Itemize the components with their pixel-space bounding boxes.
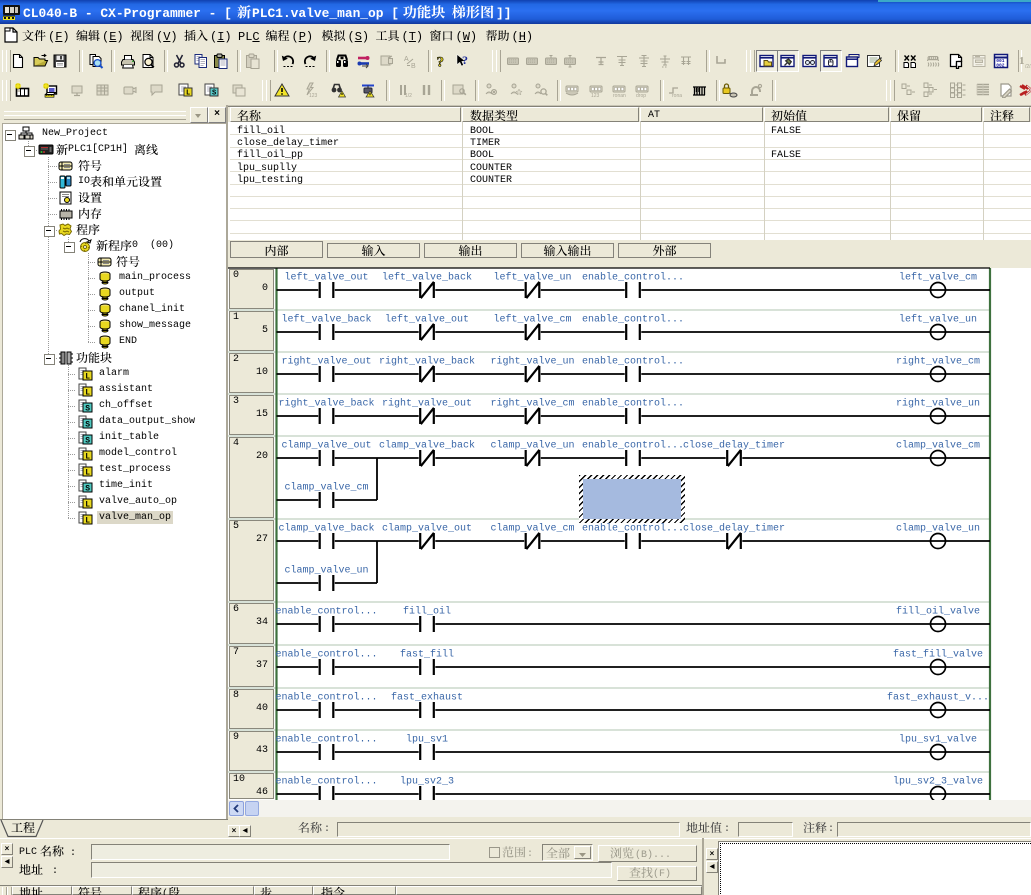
svg-text:right_valve_back: right_valve_back xyxy=(278,398,374,410)
svg-text:S: S xyxy=(85,436,90,445)
svg-text:?: ? xyxy=(462,53,468,67)
svg-text:left_valve_back: left_valve_back xyxy=(382,272,472,284)
svg-text:L: L xyxy=(85,452,90,461)
svg-text:left_valve_out: left_valve_out xyxy=(385,314,469,326)
svg-text:enable_control...: enable_control... xyxy=(582,314,684,326)
svg-text:L: L xyxy=(85,516,90,525)
svg-text:enable_control...: enable_control... xyxy=(582,398,684,410)
svg-text:fill_oil_valve: fill_oil_valve xyxy=(896,606,980,618)
svg-text:S: S xyxy=(85,484,90,493)
svg-text:fast_exhaust_v...: fast_exhaust_v... xyxy=(887,692,989,704)
svg-text:B: B xyxy=(411,63,416,69)
svg-text:fast_fill: fast_fill xyxy=(400,649,454,661)
svg-text:clamp_valve_cm: clamp_valve_cm xyxy=(284,482,368,494)
svg-text:left_valve_cm: left_valve_cm xyxy=(899,272,977,284)
svg-text:clamp_valve_un: clamp_valve_un xyxy=(490,440,574,452)
svg-text:enable_control...: enable_control... xyxy=(275,606,377,618)
svg-text:ronan: ronan xyxy=(613,93,626,98)
svg-text:clamp_valve_back: clamp_valve_back xyxy=(379,440,475,452)
svg-text:right_valve_back: right_valve_back xyxy=(379,356,475,368)
svg-text:S: S xyxy=(85,404,90,413)
svg-text:drop: drop xyxy=(636,93,646,98)
svg-text:right_valve_un: right_valve_un xyxy=(896,398,980,410)
svg-text:left_valve_back: left_valve_back xyxy=(281,314,371,326)
svg-text:fast_fill_valve: fast_fill_valve xyxy=(893,649,983,661)
svg-text:right_valve_out: right_valve_out xyxy=(382,398,472,410)
svg-text:L: L xyxy=(85,388,90,397)
svg-text:L: L xyxy=(85,468,90,477)
svg-text:1/2/3: 1/2/3 xyxy=(405,93,412,98)
svg-text:fast_exhaust: fast_exhaust xyxy=(391,692,463,704)
svg-text:right_valve_cm: right_valve_cm xyxy=(896,356,980,368)
svg-text:A: A xyxy=(404,56,409,63)
svg-text:123: 123 xyxy=(591,93,600,98)
svg-text:S: S xyxy=(212,90,216,98)
svg-text:clamp_valve_out: clamp_valve_out xyxy=(281,440,371,452)
svg-text:enable_control...: enable_control... xyxy=(275,649,377,661)
svg-text:fill_oil: fill_oil xyxy=(403,606,451,618)
svg-text:left_valve_un: left_valve_un xyxy=(899,314,977,326)
svg-text:lpu_sv1_valve: lpu_sv1_valve xyxy=(899,734,977,746)
svg-text:right_valve_cm: right_valve_cm xyxy=(490,398,574,410)
svg-text:clamp_valve_back: clamp_valve_back xyxy=(278,523,374,535)
svg-text:L: L xyxy=(85,372,90,381)
svg-text:ronan: ronan xyxy=(672,93,682,98)
svg-text:enable_control...: enable_control... xyxy=(582,440,684,452)
svg-text:/2/3: /2/3 xyxy=(1025,64,1031,69)
svg-text:enable_control...: enable_control... xyxy=(582,523,684,535)
svg-text:1: 1 xyxy=(1019,55,1025,67)
svg-text:right_valve_un: right_valve_un xyxy=(490,356,574,368)
svg-text:clamp_valve_cm: clamp_valve_cm xyxy=(490,523,574,535)
svg-text:clamp_valve_un: clamp_valve_un xyxy=(896,523,980,535)
svg-text:enable_control...: enable_control... xyxy=(582,356,684,368)
svg-text:enable_control...: enable_control... xyxy=(275,734,377,746)
svg-text:lpu_sv1: lpu_sv1 xyxy=(406,734,448,746)
svg-text:enable_control...: enable_control... xyxy=(275,776,377,788)
svg-text:left_valve_cm: left_valve_cm xyxy=(493,314,571,326)
svg-text:S: S xyxy=(85,420,90,429)
svg-text:left_valve_un: left_valve_un xyxy=(493,272,571,284)
svg-text:clamp_valve_un: clamp_valve_un xyxy=(284,565,368,577)
svg-text:L: L xyxy=(186,90,190,98)
svg-text:close_delay_timer: close_delay_timer xyxy=(683,523,785,535)
svg-text:123: 123 xyxy=(309,93,318,98)
svg-text:clamp_valve_cm: clamp_valve_cm xyxy=(896,440,980,452)
svg-text:lpu_sv2_3: lpu_sv2_3 xyxy=(400,776,454,788)
svg-text:close_delay_timer: close_delay_timer xyxy=(683,440,785,452)
svg-text:left_valve_out: left_valve_out xyxy=(284,272,368,284)
svg-text:lpu_sv2_3_valve: lpu_sv2_3_valve xyxy=(893,776,983,788)
svg-text:enable_control...: enable_control... xyxy=(582,272,684,284)
svg-text:enable_control...: enable_control... xyxy=(275,692,377,704)
svg-text:clamp_valve_out: clamp_valve_out xyxy=(382,523,472,535)
svg-text:002: 002 xyxy=(996,63,1005,69)
svg-text:right_valve_out: right_valve_out xyxy=(281,356,371,368)
svg-text:L: L xyxy=(85,500,90,509)
svg-text:?: ? xyxy=(437,55,445,70)
